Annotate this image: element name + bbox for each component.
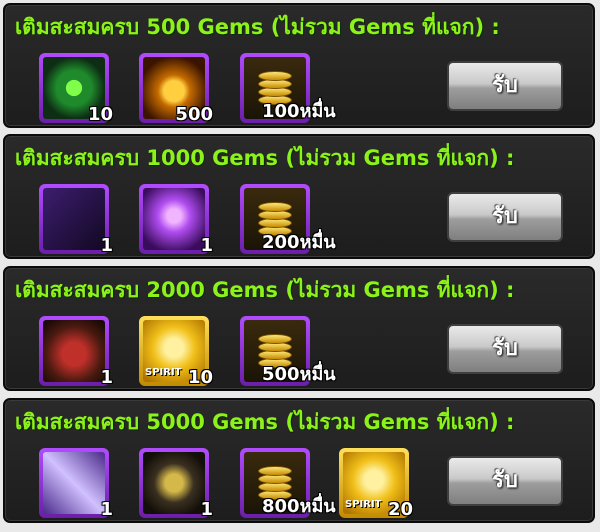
tier-title: เติมสะสมครบ 2000 Gems (ไม่รวม Gems ที่แจ… (15, 278, 515, 302)
tier-title: เติมสะสมครบ 500 Gems (ไม่รวม Gems ที่แจก… (15, 15, 500, 39)
reward-item[interactable]: 100หมื่น (240, 53, 336, 123)
item-quantity: 200หมื่น (262, 232, 336, 253)
reward-item[interactable]: 500 (139, 53, 213, 125)
reward-item[interactable]: 1 (39, 316, 113, 388)
claim-button[interactable]: รับ (447, 192, 563, 242)
item-quantity: 1 (200, 499, 213, 520)
tier-title: เติมสะสมครบ 5000 Gems (ไม่รวม Gems ที่แจ… (15, 410, 515, 434)
reward-tier-5000: เติมสะสมครบ 5000 Gems (ไม่รวม Gems ที่แจ… (3, 398, 595, 523)
item-quantity: 100หมื่น (262, 101, 336, 122)
reward-item[interactable]: 1 (39, 448, 113, 520)
item-quantity: 1 (100, 367, 113, 388)
horned-beast-icon (43, 320, 105, 382)
item-quantity: 1 (100, 235, 113, 256)
reward-tier-500: เติมสะสมครบ 500 Gems (ไม่รวม Gems ที่แจก… (3, 3, 595, 128)
dark-armor-icon (43, 188, 105, 250)
item-quantity: 10 (187, 367, 213, 388)
purple-orb-icon (143, 188, 205, 250)
reward-item[interactable]: 1 (139, 184, 213, 256)
item-quantity: 20 (387, 499, 413, 520)
claim-button[interactable]: รับ (447, 324, 563, 374)
winged-staff-icon (43, 452, 105, 514)
claim-button[interactable]: รับ (447, 61, 563, 111)
item-quantity: 500หมื่น (262, 364, 336, 385)
reward-item[interactable]: 1 (139, 448, 213, 520)
item-quantity: 10 (87, 104, 113, 125)
item-quantity: 1 (200, 235, 213, 256)
reward-item[interactable]: SPIRIT 10 (139, 316, 213, 388)
item-quantity: 1 (100, 499, 113, 520)
item-quantity: 800หมื่น (262, 496, 336, 517)
horned-helmet-icon (143, 452, 205, 514)
claim-button[interactable]: รับ (447, 456, 563, 506)
item-quantity: 500 (175, 104, 213, 125)
reward-item[interactable]: 200หมื่น (240, 184, 336, 254)
reward-item[interactable]: 1 (39, 184, 113, 256)
reward-item[interactable]: 800หมื่น (240, 448, 336, 518)
reward-item[interactable]: SPIRIT 20 (339, 448, 413, 520)
reward-item[interactable]: 10 (39, 53, 113, 125)
reward-tier-1000: เติมสะสมครบ 1000 Gems (ไม่รวม Gems ที่แจ… (3, 134, 595, 259)
spirit-tag: SPIRIT (345, 499, 382, 510)
reward-item[interactable]: 500หมื่น (240, 316, 336, 386)
spirit-tag: SPIRIT (145, 367, 182, 378)
reward-tier-2000: เติมสะสมครบ 2000 Gems (ไม่รวม Gems ที่แจ… (3, 266, 595, 391)
tier-title: เติมสะสมครบ 1000 Gems (ไม่รวม Gems ที่แจ… (15, 146, 515, 170)
